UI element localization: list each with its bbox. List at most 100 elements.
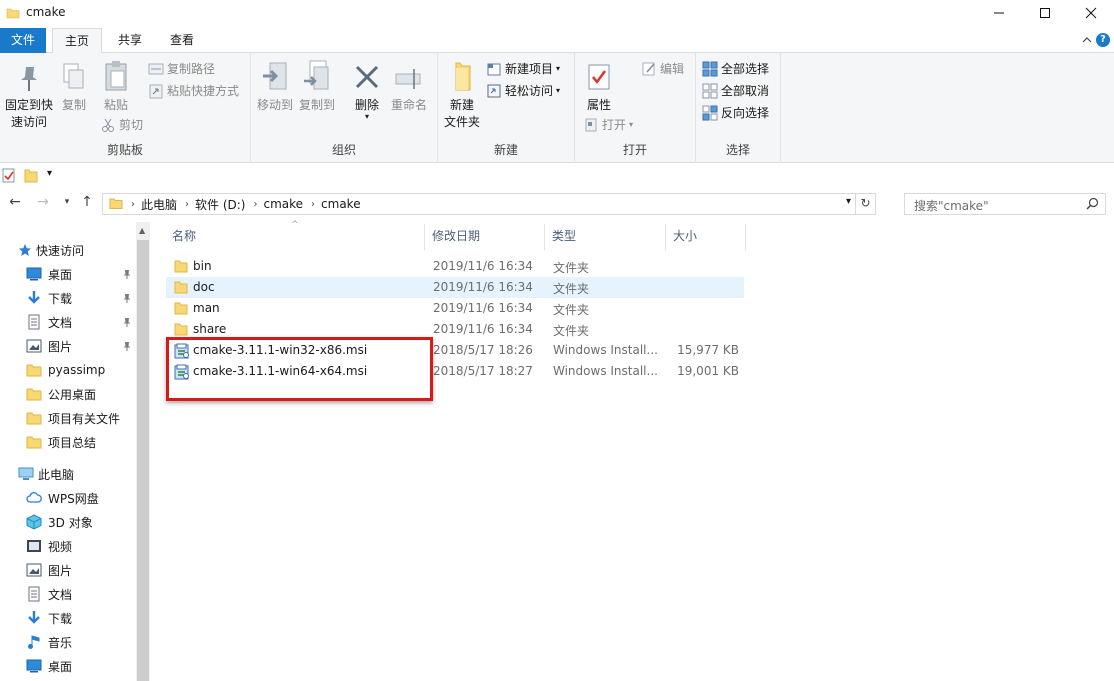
easy-access-button[interactable]: 轻松访问 ▾ (486, 81, 560, 101)
breadcrumb-this-pc[interactable]: 此电脑 (141, 196, 177, 213)
tab-share[interactable]: 共享 (108, 28, 152, 53)
nav-item-quick[interactable]: 公用桌面 (26, 382, 134, 406)
properties-button[interactable]: 属性 (581, 59, 617, 114)
open-button[interactable]: 打开 ▾ (583, 115, 633, 135)
scissors-icon (102, 118, 114, 132)
address-bar[interactable]: › 此电脑 › 软件 (D:) › cmake › cmake ▾ ↻ (102, 193, 876, 215)
select-group-label: 选择 (725, 143, 750, 157)
invert-selection-icon (702, 105, 718, 121)
chevron-right-icon[interactable]: › (131, 199, 135, 210)
file-date: 2019/11/6 16:34 (433, 322, 533, 336)
nav-item-pc[interactable]: 下载 (26, 606, 134, 630)
refresh-icon[interactable]: ↻ (855, 194, 875, 214)
nav-this-pc[interactable]: 此电脑 (18, 462, 152, 486)
quick-access-toolbar: ▾ (0, 164, 1114, 186)
tab-home[interactable]: 主页 (52, 28, 102, 54)
nav-item-pc[interactable]: 音乐 (26, 630, 134, 654)
nav-item-quick[interactable]: 文档 (26, 310, 134, 334)
nav-item-pc[interactable]: 桌面 (26, 654, 134, 678)
nav-item-quick[interactable]: 图片 (26, 334, 134, 358)
move-to-button[interactable]: 移动到 (255, 59, 295, 114)
nav-item-pc[interactable]: WPS网盘 (26, 486, 134, 510)
nav-item-quick[interactable]: 项目总结 (26, 430, 134, 454)
minimize-button[interactable] (976, 0, 1022, 26)
column-type[interactable]: 类型 (545, 224, 666, 250)
recent-locations-icon[interactable]: ▾ (58, 197, 76, 217)
nav-item-quick[interactable]: pyassimp (26, 358, 134, 382)
breadcrumb-cmake-current[interactable]: cmake (321, 197, 361, 211)
delete-button[interactable]: 删除 ▾ (349, 59, 385, 121)
maximize-button[interactable] (1022, 0, 1068, 26)
rename-button[interactable]: 重命名 (389, 59, 429, 114)
paste-icon (98, 59, 134, 93)
invert-selection-button[interactable]: 反向选择 (702, 103, 769, 123)
pin-icon[interactable] (122, 316, 132, 330)
chevron-right-icon[interactable]: › (185, 199, 189, 210)
new-item-button[interactable]: 新建项目 ▾ (486, 59, 560, 79)
nav-item-label: 图片 (48, 339, 73, 354)
new-folder-icon[interactable] (24, 167, 38, 186)
forward-button[interactable]: → (34, 194, 52, 214)
tab-file[interactable]: 文件 (0, 28, 46, 53)
scroll-up-icon[interactable]: ▲ (139, 226, 145, 235)
nav-scrollbar[interactable]: ▲ (136, 222, 150, 681)
edit-button[interactable]: 编辑 (641, 59, 684, 79)
copy-path-button[interactable]: 复制路径 (148, 59, 215, 79)
column-size[interactable]: 大小 (666, 224, 746, 250)
select-none-button[interactable]: 全部取消 (702, 81, 769, 101)
new-group-label: 新建 (493, 143, 518, 157)
up-button[interactable]: ↑ (78, 194, 96, 214)
copy-button[interactable]: 复制 (58, 59, 90, 114)
nav-quick-access[interactable]: 快速访问 (18, 238, 152, 262)
folder-row[interactable]: man 2019/11/6 16:34 文件夹 (166, 298, 744, 319)
file-date: 2018/5/17 18:27 (433, 364, 533, 378)
paste-shortcut-button[interactable]: 粘贴快捷方式 (148, 81, 239, 101)
nav-item-pc[interactable]: 文档 (26, 582, 134, 606)
chevron-right-icon[interactable]: › (311, 199, 315, 210)
nav-item-quick[interactable]: 桌面 (26, 262, 134, 286)
folder-row[interactable]: doc 2019/11/6 16:34 文件夹 (166, 277, 744, 298)
select-all-button[interactable]: 全部选择 (702, 59, 769, 79)
select-all-label: 全部选择 (721, 62, 770, 76)
nav-item-label: 图片 (48, 563, 73, 578)
nav-item-pc[interactable]: 图片 (26, 558, 134, 582)
video-icon (26, 538, 42, 554)
file-name: share (193, 322, 227, 336)
help-icon[interactable]: ? (1096, 33, 1110, 47)
edit-icon (642, 62, 655, 76)
move-to-label: 移动到 (256, 98, 293, 112)
search-input[interactable]: 搜索"cmake" (904, 193, 1106, 215)
close-button[interactable] (1068, 0, 1114, 26)
tab-view[interactable]: 查看 (160, 28, 204, 53)
cut-button[interactable]: 剪切 (100, 115, 143, 135)
pin-icon[interactable] (122, 340, 132, 354)
properties-icon[interactable] (2, 167, 16, 186)
back-button[interactable]: ← (6, 194, 24, 214)
nav-item-label: 文档 (48, 315, 73, 330)
pin-icon[interactable] (122, 268, 132, 282)
nav-item-quick[interactable]: 项目有关文件 (26, 406, 134, 430)
copy-to-button[interactable]: 复制到 (297, 59, 337, 114)
address-dropdown-icon[interactable]: ▾ (846, 196, 851, 207)
nav-item-quick[interactable]: 下载 (26, 286, 134, 310)
pin-icon[interactable] (122, 292, 132, 306)
column-name[interactable]: 名称 (165, 224, 425, 250)
delete-dropdown-icon[interactable]: ▾ (349, 113, 385, 121)
scroll-thumb[interactable] (137, 240, 149, 681)
paste-button[interactable]: 粘贴 (98, 59, 134, 114)
folder-icon (26, 362, 42, 378)
folder-row[interactable]: bin 2019/11/6 16:34 文件夹 (166, 256, 744, 277)
file-name: doc (193, 280, 215, 294)
column-date-modified[interactable]: 修改日期 (425, 224, 545, 250)
breadcrumb-drive[interactable]: 软件 (D:) (195, 196, 245, 213)
nav-this-pc-label: 此电脑 (38, 467, 75, 482)
nav-item-pc[interactable]: 3D 对象 (26, 510, 134, 534)
breadcrumb-cmake[interactable]: cmake (263, 197, 303, 211)
nav-item-pc[interactable]: 视频 (26, 534, 134, 558)
pin-quick-access-button[interactable]: 固定到快 速访问 (2, 59, 56, 131)
new-folder-button[interactable]: 新建 文件夹 (442, 59, 482, 131)
search-icon[interactable] (1086, 197, 1099, 213)
collapse-ribbon-icon[interactable] (1082, 34, 1092, 48)
chevron-right-icon[interactable]: › (253, 199, 257, 210)
customize-toolbar-icon[interactable]: ▾ (47, 168, 52, 179)
